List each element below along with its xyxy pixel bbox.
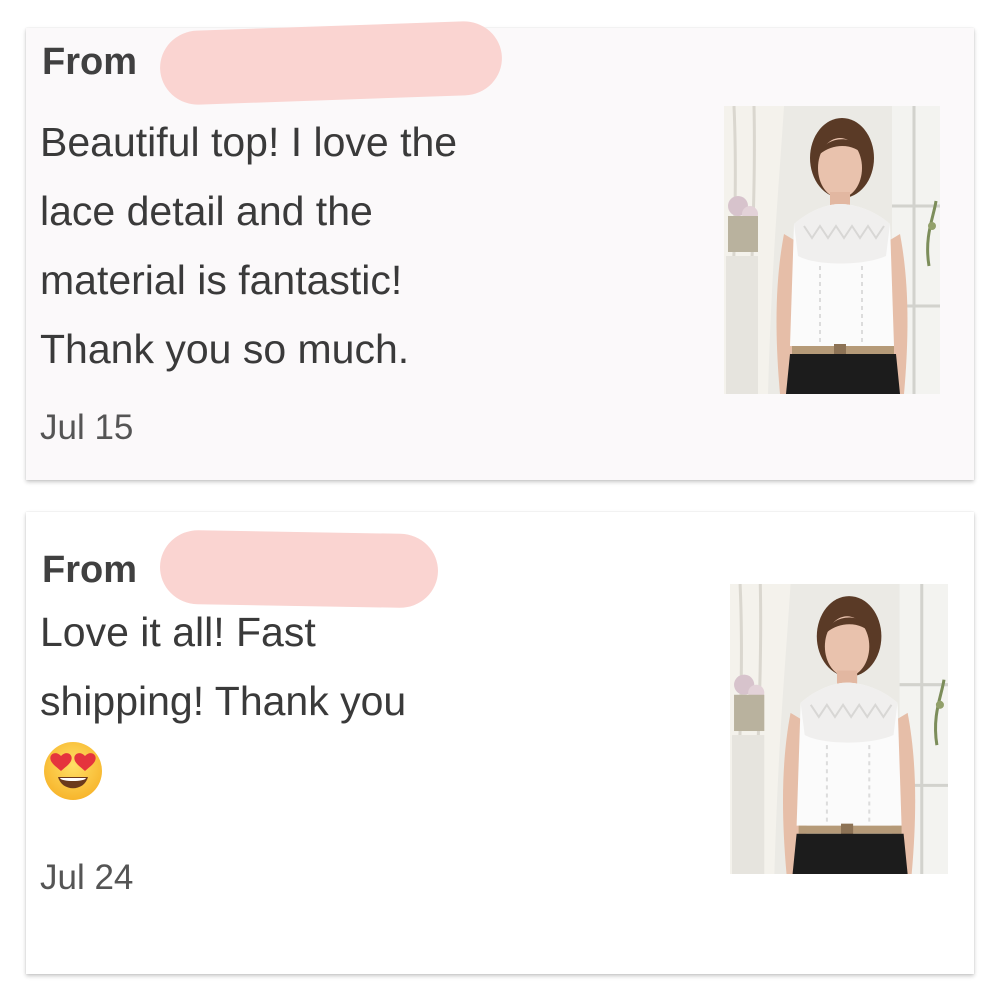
product-photo[interactable]	[724, 106, 940, 394]
review-date: Jul 24	[40, 858, 134, 897]
review-date: Jul 15	[40, 408, 134, 447]
review-text-line: material is fantastic!	[40, 257, 403, 303]
review-text-line: Beautiful top! I love the	[40, 119, 458, 165]
review-card: From Beautiful top! I love the lace deta…	[26, 20, 974, 480]
redacted-reviewer-name	[159, 529, 439, 609]
from-label: From	[42, 41, 137, 83]
review-text-line: Thank you so much.	[40, 326, 410, 372]
review-text-line: shipping! Thank you	[40, 678, 407, 724]
product-photo-graphic	[730, 584, 948, 874]
product-photo-graphic	[724, 106, 940, 394]
review-text: Beautiful top! I love the lace detail an…	[40, 108, 640, 384]
review-text-line: lace detail and the	[40, 188, 373, 234]
review-card: From Love it all! Fast shipping! Thank y…	[26, 512, 974, 974]
redacted-reviewer-name	[158, 20, 504, 106]
review-text-line: Love it all! Fast	[40, 609, 316, 655]
from-label: From	[42, 549, 137, 591]
review-text: Love it all! Fast shipping! Thank you	[40, 598, 640, 802]
heart-eyes-emoji-icon	[42, 740, 104, 802]
product-photo[interactable]	[730, 584, 948, 874]
